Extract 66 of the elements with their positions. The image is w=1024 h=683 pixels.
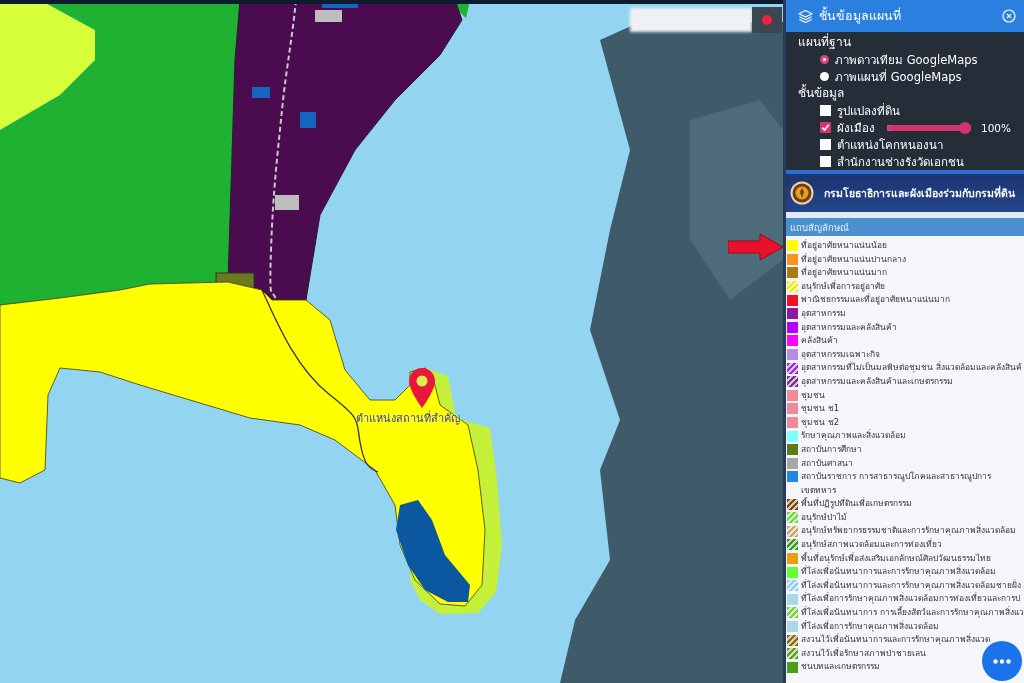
parcel-block xyxy=(315,10,342,22)
opacity-value: 100% xyxy=(981,121,1012,134)
place-label: ตำแหน่งสถานที่สำคัญ xyxy=(356,409,460,427)
legend-label: อนุรักษ์ป่าไม้ xyxy=(801,510,847,524)
close-icon[interactable] xyxy=(1002,9,1016,23)
slider-handle[interactable] xyxy=(959,121,971,134)
search-field[interactable] xyxy=(630,8,752,32)
arrow-icon xyxy=(728,234,783,260)
radio-button[interactable] xyxy=(820,55,829,64)
legend-label: ชนบทและเกษตรกรรม xyxy=(801,660,880,674)
layer-label[interactable]: ตำแหน่งโคกหนองนา xyxy=(837,135,943,154)
ellipsis-icon xyxy=(993,658,1011,664)
legend-label: อุตสาหกรรมเฉพาะกิจ xyxy=(801,347,880,361)
legend-label: เขตทหาร xyxy=(801,483,836,497)
legend-label: อุตสาหกรรมที่ไม่เป็นมลพิษต่อชุมชน สิ่งแวดล้อมและคลังสินค้ xyxy=(801,361,1022,375)
legend-label: รักษาคุณภาพและสิ่งแวดล้อม xyxy=(801,429,906,443)
checkbox[interactable] xyxy=(820,139,831,150)
source-title: กรมโยธาธิการและผังเมืองร่วมกับกรมที่ดิน xyxy=(824,184,1015,201)
option-label[interactable]: ภาพแผนที่ GoogleMaps xyxy=(835,67,962,86)
section-heading: แผนที่ฐาน xyxy=(798,34,851,51)
check-icon xyxy=(821,123,830,132)
panel-title: ชั้นข้อมูลแผนที่ xyxy=(819,6,901,26)
marker-button[interactable] xyxy=(752,7,782,33)
legend-label: ชุมชน xyxy=(801,388,825,403)
legend-label: ที่โล่งเพื่อนันทนาการและการรักษาคุณภาพสิ่งแวดล้อมชายฝั่ง xyxy=(801,578,1021,592)
legend-label: อนุรักษ์ทรัพยากรธรรมชาติและการรักษาคุณภาพสิ่งแวดล้อม xyxy=(801,524,1016,538)
checkbox[interactable] xyxy=(820,156,831,167)
legend-label: ที่โล่งเพื่อนันทนาการและการรักษาคุณภาพสิ่งแวดล้อม xyxy=(801,565,996,579)
legend-label: ที่อยู่อาศัยหนาแน่นน้อย xyxy=(801,239,887,253)
legend-label: คลังสินค้า xyxy=(801,334,838,348)
legend-label: ที่อยู่อาศัยหนาแน่นปานกลาง xyxy=(801,252,906,266)
legend-label: สงวนไว้เพื่อนันทนาการและการรักษาคุณภาพสิ่งแวด xyxy=(801,633,990,647)
legend-label: สงวนไว้เพื่อรักษาสภาพป่าชายเลน xyxy=(801,646,926,660)
legend-label: พื้นที่อนุรักษ์เพื่อส่งเสริมเอกลักษณ์ศิลปวัฒนธรรมไทย xyxy=(801,551,991,565)
legend-label: อนุรักษ์สภาพแวดล้อมและการท่องเที่ยว xyxy=(801,538,942,552)
checkbox[interactable] xyxy=(820,122,831,133)
dot-icon xyxy=(762,15,772,25)
parcel-block xyxy=(275,195,299,210)
location-pin-icon xyxy=(409,368,435,408)
option-label[interactable]: ภาพดาวเทียม GoogleMaps xyxy=(835,50,978,69)
legend-title: แถบสัญลักษณ์ xyxy=(790,220,849,235)
legend-label: อุตสาหกรรม xyxy=(801,306,846,321)
layer-label[interactable]: รูปแปลงที่ดิน xyxy=(837,101,900,120)
legend-label: สถาบันศาสนา xyxy=(801,456,853,470)
legend-label: พื้นที่ปฏิรูปที่ดินเพื่อเกษตรกรรม xyxy=(801,497,912,511)
section-heading: ชั้นข้อมูล xyxy=(798,85,844,102)
seal-icon xyxy=(790,181,814,205)
parcel-block xyxy=(300,112,316,128)
layer-label[interactable]: สำนักงานช่างรังวัดเอกชน xyxy=(837,152,964,171)
legend-label: ที่โล่งเพื่อการรักษาคุณภาพสิ่งแวดล้อมการท่องเที่ยวและการป xyxy=(801,592,1020,606)
parcel-block xyxy=(252,87,270,98)
legend-label: อุตสาหกรรมและคลังสินค้าและเกษตรกรรม xyxy=(801,374,953,389)
legend-label: สถาบันการศึกษา xyxy=(801,442,862,456)
legend-label: ที่โล่งเพื่อการรักษาคุณภาพสิ่งแวดล้อม xyxy=(801,619,939,633)
legend-label: ที่อยู่อาศัยหนาแน่นมาก xyxy=(801,266,887,280)
legend-label: ที่โล่งเพื่อนันทนาการ การเลี้ยงสัตว์และการรักษาคุณภาพสิ่งแว xyxy=(801,606,1024,620)
legend-label: พาณิชยกรรมและที่อยู่อาศัยหนาแน่นมาก xyxy=(801,293,950,307)
radio-button[interactable] xyxy=(820,72,829,81)
layer-label[interactable]: ผังเมือง xyxy=(837,118,875,137)
legend-label: อนุรักษ์เพื่อการอยู่อาศัย xyxy=(801,279,885,293)
legend-label: อุตสาหกรรมและคลังสินค้า xyxy=(801,320,897,335)
checkbox[interactable] xyxy=(820,105,831,116)
layers-icon xyxy=(798,8,813,24)
legend-label: ชุมชน ช1 xyxy=(801,402,839,416)
legend-label: ชุมชน ช2 xyxy=(801,415,839,429)
legend-label: สถาบันราชการ การสาธารณูปโภคและสาธารณูปการ xyxy=(801,470,991,484)
